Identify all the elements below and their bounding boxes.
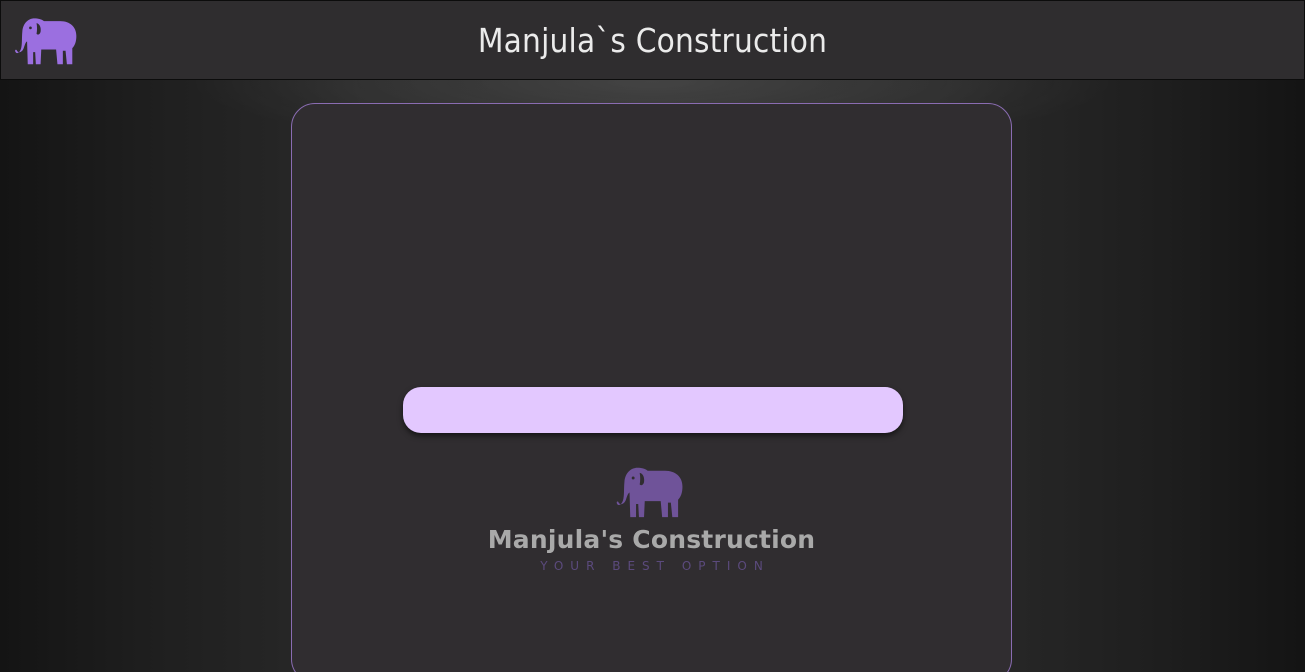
brand-tagline: YOUR BEST OPTION — [540, 559, 770, 573]
brand-logo: Manjula's Construction YOUR BEST OPTION — [292, 462, 1011, 574]
app-header: Manjula`s Construction — [0, 0, 1305, 80]
page-title: Manjula`s Construction — [477, 21, 828, 60]
action-button[interactable] — [403, 387, 903, 433]
elephant-icon — [616, 467, 682, 518]
main-card: Manjula's Construction YOUR BEST OPTION — [291, 103, 1012, 672]
brand-name: Manjula's Construction — [487, 525, 816, 554]
